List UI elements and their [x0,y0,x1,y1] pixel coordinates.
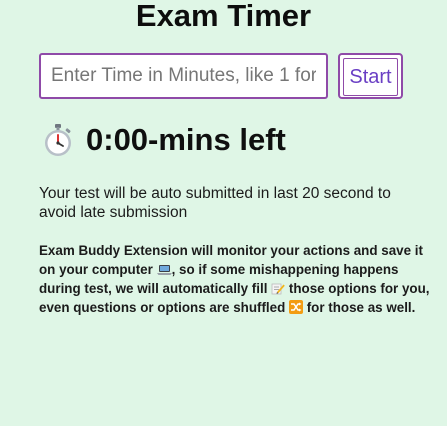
shuffle-icon [289,300,303,314]
auto-submit-notice: Your test will be auto submitted in last… [39,185,391,221]
info-text-4: for those as well. [303,300,416,315]
time-input[interactable] [39,53,328,99]
timer-text: 0:00-mins left [86,122,286,157]
memo-icon [271,283,285,295]
timer-display: 0:00-mins left [40,118,286,162]
laptop-icon [156,265,172,275]
start-button[interactable]: Start [338,53,403,99]
extension-info: Exam Buddy Extension will monitor your a… [39,241,439,317]
stopwatch-icon [45,124,71,156]
start-button-label: Start [343,58,398,96]
page-title: Exam Timer [135,0,312,33]
